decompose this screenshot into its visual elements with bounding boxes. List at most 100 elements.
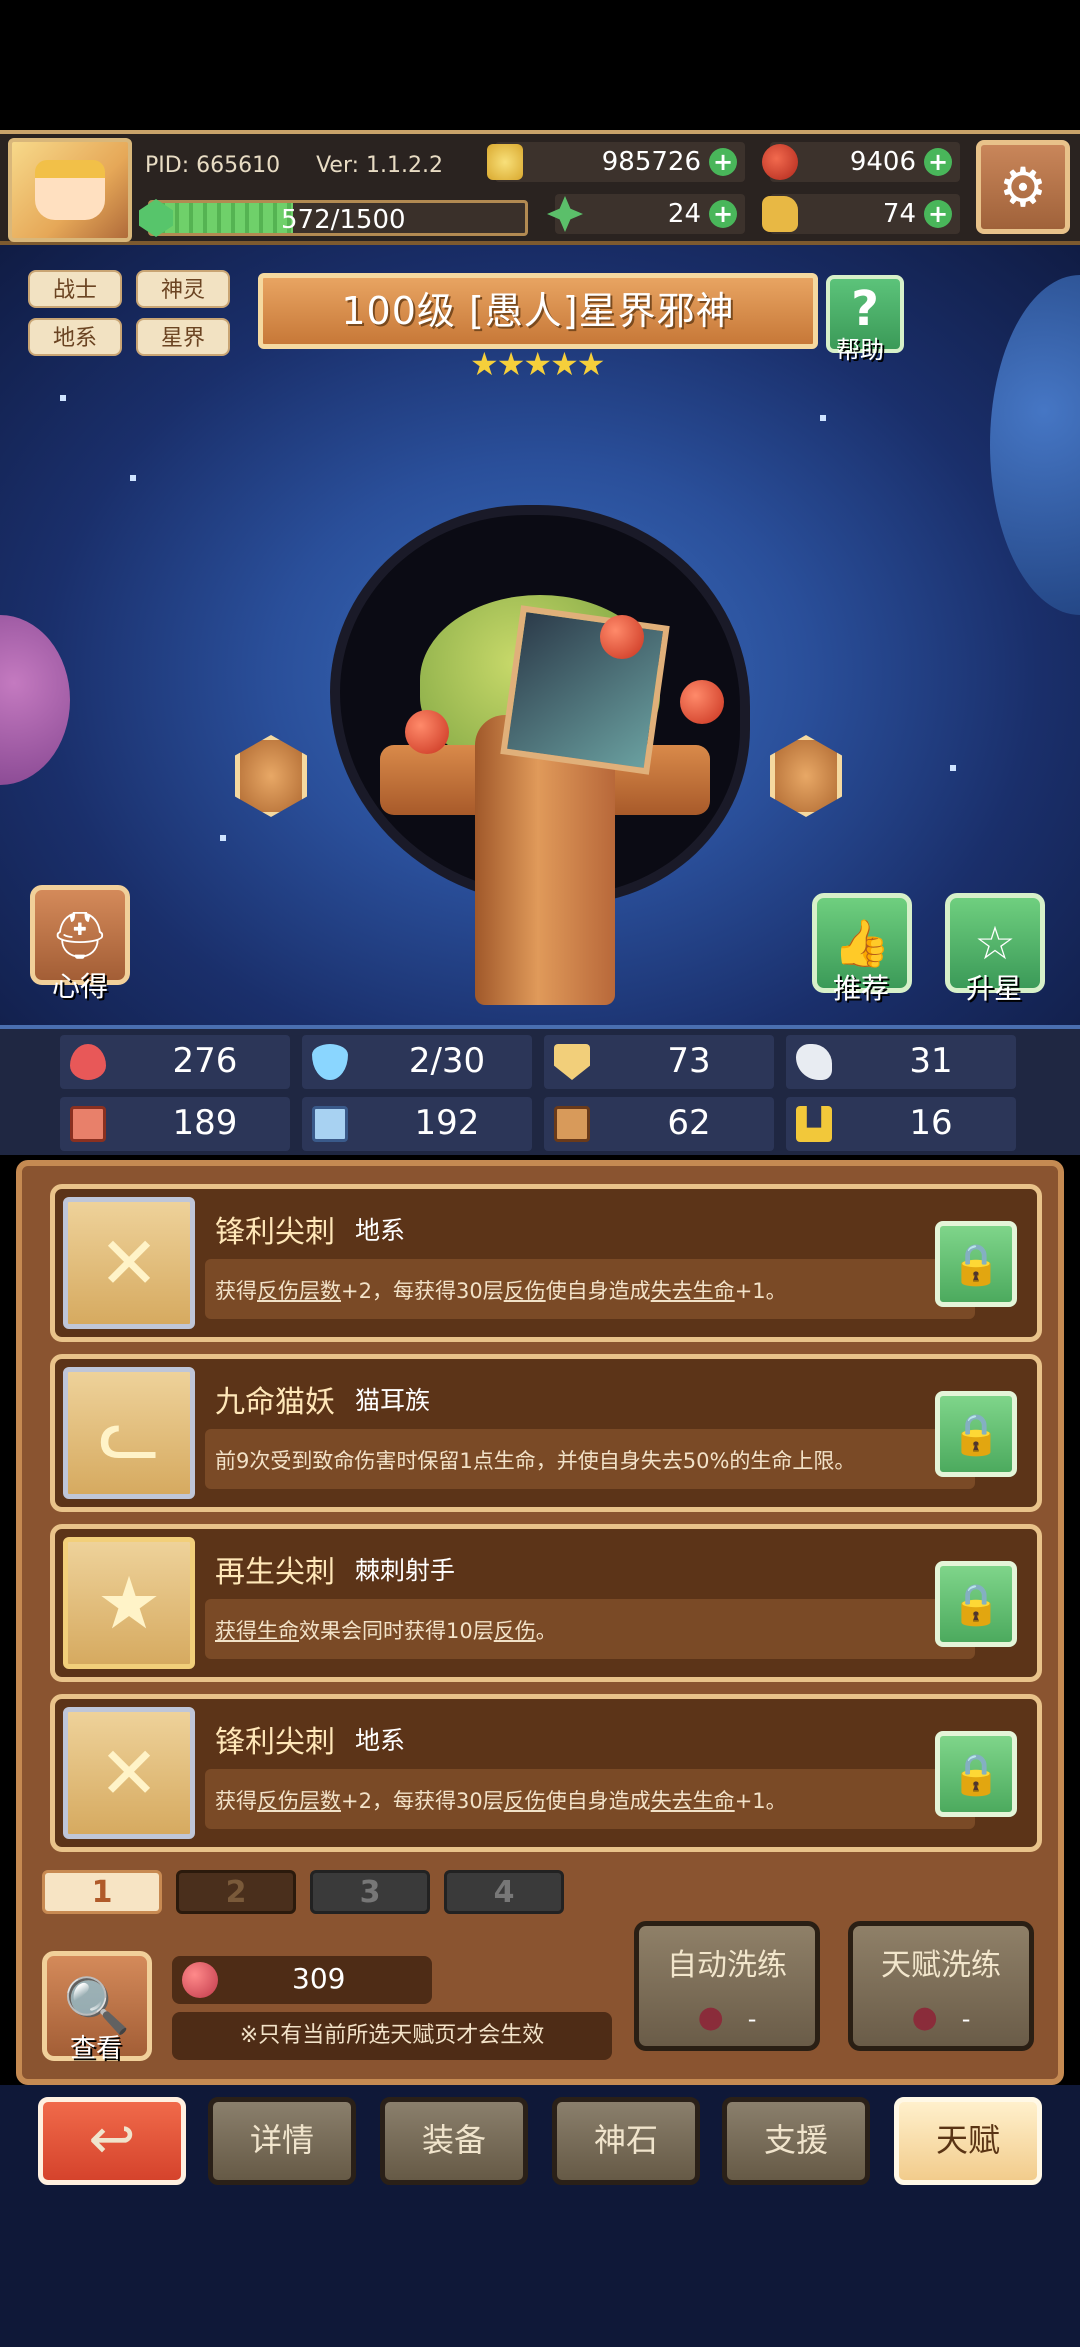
- fruit-counter: 309: [172, 1956, 432, 2004]
- auto-refine-button[interactable]: 自动洗练 -: [634, 1921, 820, 2051]
- xp-bar: 572/1500: [139, 199, 528, 237]
- add-coins-button[interactable]: +: [709, 148, 737, 176]
- talent-lock-button[interactable]: 🔒: [935, 1391, 1017, 1477]
- fruit-icon: [182, 1962, 218, 1998]
- question-icon: ?: [851, 281, 879, 337]
- stat-speed: 31: [786, 1035, 1016, 1089]
- nav-detail[interactable]: 详情: [208, 2097, 356, 2185]
- lock-icon: 🔒: [951, 1411, 1001, 1458]
- coin-counter: 985726 +: [487, 142, 745, 182]
- stat-defense-value: 73: [667, 1041, 711, 1081]
- talent-card[interactable]: ★ 再生尖刺 棘刺射手 获得生命效果会同时获得10层反伤。 🔒: [50, 1524, 1042, 1682]
- talent-name: 九命猫妖: [215, 1385, 335, 1420]
- talent-page-tabs: 1 2 3 4: [42, 1866, 602, 1916]
- stat-stairs-value: 62: [667, 1103, 711, 1143]
- stat-attack-value: 189: [172, 1103, 238, 1143]
- clover-icon: [547, 196, 583, 232]
- coin-value: 985726: [601, 147, 701, 177]
- fruit-value: 309: [292, 1962, 346, 1995]
- planet-right: [990, 275, 1080, 615]
- talent-kind: 猫耳族: [355, 1386, 431, 1415]
- add-apples-button[interactable]: +: [924, 148, 952, 176]
- bag-value: 74: [882, 199, 916, 229]
- heart-icon: [70, 1044, 106, 1080]
- stat-stairs: 62: [544, 1097, 774, 1151]
- tag-astral[interactable]: 星界: [136, 318, 230, 356]
- tab-page-1[interactable]: 1: [42, 1870, 162, 1914]
- talent-kind: 地系: [355, 1216, 406, 1245]
- upgrade-star-label: 升星: [966, 972, 1023, 1005]
- pid-text: PID: 665610: [145, 152, 281, 178]
- cat-face-icon: ᓚ: [63, 1367, 195, 1499]
- star-badge-icon: ★: [63, 1537, 195, 1669]
- talent-refine-label: 天赋洗练: [881, 1948, 1001, 1983]
- lock-icon: 🔒: [951, 1241, 1001, 1288]
- stat-mana-value: 2/30: [408, 1041, 486, 1081]
- talent-kind: 地系: [355, 1726, 406, 1755]
- character-tags: 战士 神灵 地系 星界: [28, 270, 230, 356]
- book-icon: [312, 1106, 348, 1142]
- tag-deity[interactable]: 神灵: [136, 270, 230, 308]
- auto-refine-cost: -: [639, 2000, 815, 2035]
- player-avatar[interactable]: [8, 138, 132, 242]
- tab-page-4[interactable]: 4: [444, 1870, 564, 1914]
- talent-card[interactable]: ✕ 锋利尖刺 地系 获得反伤层数+2，每获得30层反伤使自身造成失去生命+1。 …: [50, 1184, 1042, 1342]
- player-info: PID: 665610 Ver: 1.1.2.2: [145, 140, 525, 190]
- back-button[interactable]: ↩: [38, 2097, 186, 2185]
- bag-icon: [762, 196, 798, 232]
- talent-lock-button[interactable]: 🔒: [935, 1561, 1017, 1647]
- tag-warrior[interactable]: 战士: [28, 270, 122, 308]
- lock-icon: 🔒: [951, 1581, 1001, 1628]
- return-arrow-icon: ↩: [88, 2107, 136, 2172]
- clover-value: 24: [667, 199, 701, 229]
- version-text: Ver: 1.1.2.2: [316, 152, 444, 178]
- tab-page-2[interactable]: 2: [176, 1870, 296, 1914]
- gear-icon: ⚙: [998, 155, 1048, 219]
- add-bags-button[interactable]: +: [924, 200, 952, 228]
- talent-card[interactable]: ᓚ 九命猫妖 猫耳族 前9次受到致命伤害时保留1点生命，并使自身失去50%的生命…: [50, 1354, 1042, 1512]
- view-label: 查看: [70, 2034, 123, 2064]
- xp-text: 572/1500: [281, 205, 406, 235]
- insight-label: 心得: [52, 970, 109, 1003]
- talent-lock-button[interactable]: 🔒: [935, 1731, 1017, 1817]
- talent-refine-button[interactable]: 天赋洗练 -: [848, 1921, 1034, 2051]
- crossed-spikes-icon: ✕: [63, 1197, 195, 1329]
- stat-magic: 192: [302, 1097, 532, 1151]
- talent-name: 锋利尖刺: [215, 1215, 335, 1250]
- talent-desc: 获得生命效果会同时获得10层反伤。: [205, 1599, 975, 1659]
- nav-support[interactable]: 支援: [722, 2097, 870, 2185]
- thumbs-up-icon: 👍: [833, 915, 891, 970]
- stats-panel: 276 2/30 73 31 189 192 62 16: [0, 1025, 1080, 1155]
- fist-icon: [70, 1106, 106, 1142]
- bag-counter: 74 +: [762, 194, 960, 234]
- tag-earth[interactable]: 地系: [28, 318, 122, 356]
- character-scene: 战士 神灵 地系 星界 100级 [愚人]星界邪神 ★★★★★ ? 帮助 ⛑ 心…: [0, 245, 1080, 1025]
- water-drop-icon: [312, 1044, 348, 1080]
- right-shield-icon: [770, 735, 842, 817]
- talent-name: 再生尖刺: [215, 1555, 335, 1590]
- apple-icon: [762, 144, 798, 180]
- settings-button[interactable]: ⚙: [976, 140, 1070, 234]
- left-shield-icon: [235, 735, 307, 817]
- stat-horseshoe-value: 16: [909, 1103, 953, 1143]
- apple-value: 9406: [849, 147, 916, 177]
- help-label: 帮助: [836, 336, 884, 364]
- nav-equip[interactable]: 装备: [380, 2097, 528, 2185]
- stat-horseshoe: 16: [786, 1097, 1016, 1151]
- talent-desc: 获得反伤层数+2，每获得30层反伤使自身造成失去生命+1。: [205, 1769, 975, 1829]
- talent-lock-button[interactable]: 🔒: [935, 1221, 1017, 1307]
- stat-hp: 276: [60, 1035, 290, 1089]
- stat-defense: 73: [544, 1035, 774, 1089]
- talent-kind: 棘刺射手: [355, 1556, 456, 1585]
- boss-sprite: [300, 495, 780, 1015]
- recommend-label: 推荐: [833, 972, 890, 1005]
- nav-talent[interactable]: 天赋: [894, 2097, 1042, 2185]
- coin-icon: [487, 144, 523, 180]
- tab-page-3[interactable]: 3: [310, 1870, 430, 1914]
- nav-godstone[interactable]: 神石: [552, 2097, 700, 2185]
- top-bar: PID: 665610 Ver: 1.1.2.2 572/1500 985726…: [0, 130, 1080, 245]
- helmet-icon: ⛑: [50, 907, 110, 962]
- talent-card[interactable]: ✕ 锋利尖刺 地系 获得反伤层数+2，每获得30层反伤使自身造成失去生命+1。 …: [50, 1694, 1042, 1852]
- notice-text: ※只有当前所选天赋页才会生效: [172, 2012, 612, 2060]
- add-clovers-button[interactable]: +: [709, 200, 737, 228]
